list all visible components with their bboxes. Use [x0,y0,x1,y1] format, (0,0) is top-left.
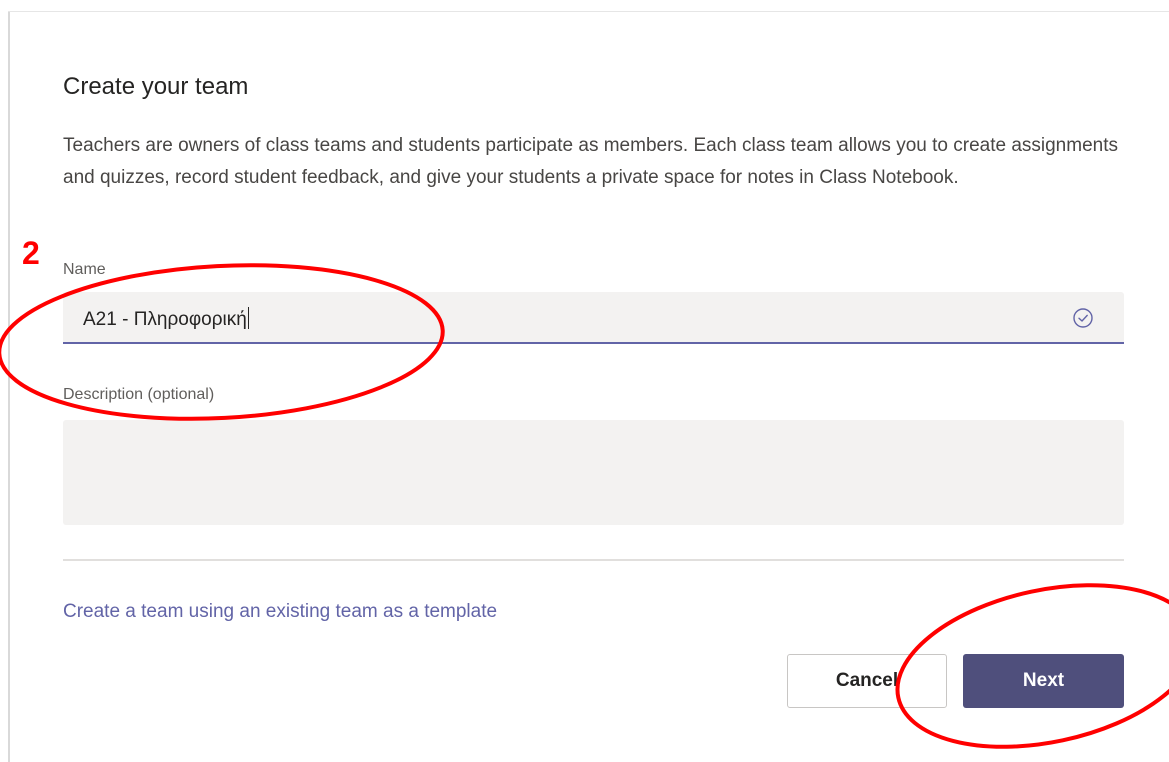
annotation-overlay [0,263,1169,749]
name-input-text: A21 - Πληροφορική [83,309,247,330]
name-field-label: Name [63,261,106,278]
dialog-top-border [8,11,1169,12]
name-input[interactable]: A21 - Πληροφορική [63,292,1124,344]
cancel-button[interactable]: Cancel [787,654,947,708]
use-template-link[interactable]: Create a team using an existing team as … [63,601,497,623]
section-divider [63,559,1124,561]
text-caret [247,307,249,329]
create-team-dialog: Create your team Teachers are owners of … [0,0,1169,762]
annotation-step-number: 2 [22,235,40,271]
dialog-left-border [8,12,10,762]
name-input-value: A21 - Πληροφορική [83,307,249,331]
next-button[interactable]: Next [963,654,1124,708]
dialog-title: Create your team [63,73,249,100]
description-input[interactable] [63,420,1124,525]
dialog-intro-text: Teachers are owners of class teams and s… [63,135,1118,188]
description-field-label: Description (optional) [63,386,215,403]
check-circle-icon [1072,307,1094,329]
